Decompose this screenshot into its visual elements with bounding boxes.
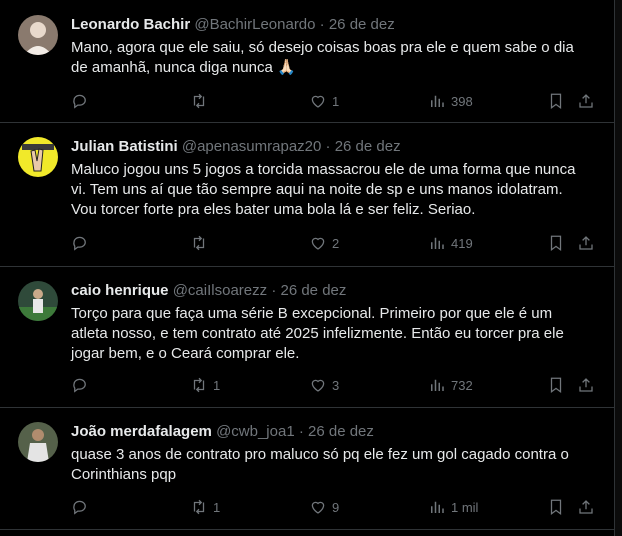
retweet-button[interactable]: 1 <box>190 496 220 518</box>
user-handle[interactable]: @apenasumrapaz20 <box>182 138 321 155</box>
tweet-actions: 2 419 <box>71 232 601 254</box>
share-icon <box>579 378 593 392</box>
tweet-text: Mano, agora que ele saiu, só desejo cois… <box>71 39 574 76</box>
like-button[interactable]: 2 <box>309 232 339 254</box>
views-button[interactable]: 398 <box>428 90 473 112</box>
tweet-date[interactable]: 26 de dez <box>280 282 346 299</box>
tweet-text: Torço para que faça uma série B excepcio… <box>71 305 564 362</box>
views-button[interactable]: 419 <box>428 232 473 254</box>
views-button[interactable]: 1 mil <box>428 496 478 518</box>
avatar[interactable] <box>18 15 58 55</box>
tweet[interactable]: Julian Batistini @apenasumrapaz20 · 26 d… <box>0 122 614 267</box>
display-name[interactable]: Julian Batistini <box>71 138 178 155</box>
bookmark-icon <box>550 377 562 394</box>
tweet-header: Julian Batistini @apenasumrapaz20 · 26 d… <box>71 138 401 156</box>
tweet-header: Leonardo Bachir @BachirLeonardo · 26 de … <box>71 16 395 34</box>
tweet[interactable]: Leonardo Bachir @BachirLeonardo · 26 de … <box>0 0 614 123</box>
bookmark-icon <box>550 93 562 110</box>
bookmark-button[interactable] <box>547 374 565 396</box>
tweet[interactable]: caio henrique @caiIlsoarezz · 26 de dez … <box>0 266 614 408</box>
views-count: 419 <box>451 235 473 251</box>
like-count: 9 <box>332 499 340 515</box>
reply-button[interactable] <box>71 374 94 396</box>
reply-button[interactable] <box>71 90 94 112</box>
user-handle[interactable]: @BachirLeonardo <box>194 16 315 33</box>
separator-dot: · <box>271 282 277 299</box>
retweet-count: 1 <box>213 499 221 515</box>
share-button[interactable] <box>577 232 595 254</box>
reply-button[interactable] <box>71 232 94 254</box>
retweet-icon <box>193 499 205 515</box>
like-button[interactable]: 9 <box>309 496 339 518</box>
bookmark-icon <box>550 499 562 516</box>
tweet-header: João merdafalagem @cwb_joa1 · 26 de dez <box>71 423 374 441</box>
retweet-count: 1 <box>213 377 221 393</box>
share-icon <box>579 236 593 250</box>
separator-dot: · <box>325 138 331 155</box>
user-handle[interactable]: @caiIlsoarezz <box>173 282 267 299</box>
views-icon <box>431 95 444 107</box>
tweet-date[interactable]: 26 de dez <box>335 138 401 155</box>
like-button[interactable]: 1 <box>309 90 339 112</box>
tweet-actions: 1 9 1 mil <box>71 496 601 518</box>
tweet-text: Maluco jogou uns 5 jogos a torcida massa… <box>71 161 576 218</box>
display-name[interactable]: Leonardo Bachir <box>71 16 190 33</box>
like-count: 3 <box>332 377 340 393</box>
display-name[interactable]: João merdafalagem <box>71 423 212 440</box>
share-button[interactable] <box>577 374 595 396</box>
tweet-date[interactable]: 26 de dez <box>329 16 395 33</box>
like-icon <box>311 237 325 250</box>
reply-button[interactable] <box>71 496 94 518</box>
tweet-date[interactable]: 26 de dez <box>308 423 374 440</box>
views-button[interactable]: 732 <box>428 374 473 396</box>
reply-icon <box>73 94 86 109</box>
display-name[interactable]: caio henrique <box>71 282 169 299</box>
reply-icon <box>73 500 86 515</box>
retweet-icon <box>193 235 205 251</box>
views-icon <box>431 379 444 391</box>
tweet-feed: Leonardo Bachir @BachirLeonardo · 26 de … <box>0 0 615 536</box>
bookmark-button[interactable] <box>547 232 565 254</box>
views-count: 1 mil <box>451 499 479 515</box>
views-count: 732 <box>451 377 473 393</box>
retweet-button[interactable]: 1 <box>190 374 220 396</box>
reply-icon <box>73 378 86 393</box>
share-icon <box>579 94 593 108</box>
like-count: 2 <box>332 235 340 251</box>
views-count: 398 <box>451 93 473 109</box>
tweet-actions: 1 3 732 <box>71 374 601 396</box>
like-icon <box>311 501 325 514</box>
like-button[interactable]: 3 <box>309 374 339 396</box>
separator-dot: · <box>319 16 325 33</box>
retweet-button[interactable] <box>190 90 213 112</box>
bookmark-icon <box>550 235 562 252</box>
views-icon <box>431 237 444 249</box>
user-handle[interactable]: @cwb_joa1 <box>216 423 295 440</box>
avatar[interactable] <box>18 137 58 177</box>
retweet-icon <box>193 377 205 393</box>
like-count: 1 <box>332 93 340 109</box>
tweet[interactable]: João merdafalagem @cwb_joa1 · 26 de dez … <box>0 407 614 530</box>
separator-dot: · <box>298 423 304 440</box>
retweet-button[interactable] <box>190 232 213 254</box>
avatar[interactable] <box>18 422 58 462</box>
bookmark-button[interactable] <box>547 90 565 112</box>
share-button[interactable] <box>577 496 595 518</box>
reply-icon <box>73 236 86 251</box>
views-icon <box>431 501 444 513</box>
tweet-actions: 1 398 <box>71 90 601 112</box>
like-icon <box>311 379 325 392</box>
share-icon <box>579 500 593 514</box>
tweet-header: caio henrique @caiIlsoarezz · 26 de dez <box>71 282 346 300</box>
retweet-icon <box>193 93 205 109</box>
avatar[interactable] <box>18 281 58 321</box>
scrollbar[interactable] <box>615 0 622 536</box>
like-icon <box>311 95 325 108</box>
bookmark-button[interactable] <box>547 496 565 518</box>
tweet-text: quase 3 anos de contrato pro maluco só p… <box>71 446 569 483</box>
share-button[interactable] <box>577 90 595 112</box>
